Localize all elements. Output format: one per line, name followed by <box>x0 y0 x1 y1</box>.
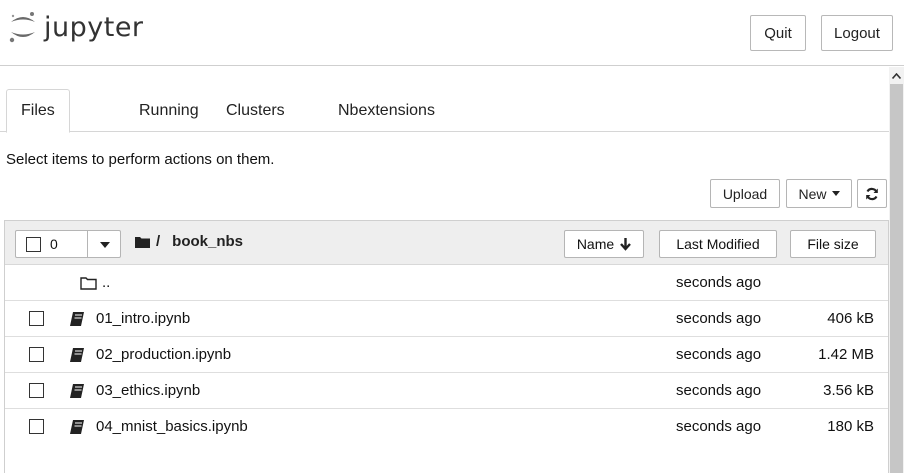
tab-files[interactable]: Files <box>6 89 70 133</box>
upload-button[interactable]: Upload <box>710 179 780 208</box>
list-item[interactable]: 04_mnist_basics.ipynb seconds ago 180 kB <box>5 409 888 445</box>
item-modified: seconds ago <box>676 418 762 435</box>
list-item[interactable]: 01_intro.ipynb seconds ago 406 kB <box>5 301 888 337</box>
select-divider <box>87 231 88 257</box>
scroll-up-icon[interactable] <box>889 69 904 83</box>
list-header: 0 / book_nbs Name Last Modified File siz… <box>5 221 888 265</box>
item-name[interactable]: 03_ethics.ipynb <box>96 382 200 399</box>
list-item-parent[interactable]: .. seconds ago <box>5 265 888 301</box>
logout-button[interactable]: Logout <box>821 15 893 51</box>
vertical-scrollbar[interactable] <box>889 67 904 473</box>
list-item[interactable]: 03_ethics.ipynb seconds ago 3.56 kB <box>5 373 888 409</box>
item-size: 406 kB <box>827 310 874 327</box>
select-all-group[interactable]: 0 <box>15 230 121 258</box>
item-name[interactable]: 01_intro.ipynb <box>96 310 190 327</box>
logo-text: jupyter <box>44 11 144 43</box>
select-dropdown-icon[interactable] <box>100 242 110 248</box>
tab-clusters[interactable]: Clusters <box>226 89 285 132</box>
item-name[interactable]: .. <box>102 274 110 291</box>
item-checkbox[interactable] <box>29 311 44 326</box>
header-bar: jupyter Quit Logout <box>0 0 904 66</box>
chevron-down-icon <box>831 191 840 196</box>
list-item[interactable]: 02_production.ipynb seconds ago 1.42 MB <box>5 337 888 373</box>
item-checkbox[interactable] <box>29 419 44 434</box>
item-size: 1.42 MB <box>818 346 874 363</box>
sort-name-label: Name <box>576 236 615 252</box>
refresh-icon <box>866 187 878 200</box>
file-list: 0 / book_nbs Name Last Modified File siz… <box>4 220 889 473</box>
jupyter-logo[interactable]: jupyter <box>8 10 144 44</box>
folder-icon[interactable] <box>135 236 150 248</box>
notebook-icon <box>70 420 84 434</box>
folder-open-icon <box>80 277 97 290</box>
item-modified: seconds ago <box>676 310 762 327</box>
new-button[interactable]: New <box>786 179 852 208</box>
selection-hint: Select items to perform actions on them. <box>6 151 275 168</box>
jupyter-logo-icon <box>9 12 35 43</box>
new-button-label: New <box>798 185 827 202</box>
tab-nbextensions[interactable]: Nbextensions <box>338 89 435 132</box>
arrow-down-icon <box>620 237 632 251</box>
refresh-button[interactable] <box>857 179 887 208</box>
select-all-checkbox[interactable] <box>26 237 41 252</box>
tab-bar: Files Running Clusters Nbextensions <box>0 89 889 133</box>
breadcrumb: / book_nbs <box>135 233 243 250</box>
item-modified: seconds ago <box>676 382 762 399</box>
sort-name-button[interactable]: Name <box>564 230 644 258</box>
item-modified: seconds ago <box>676 346 762 363</box>
tab-running[interactable]: Running <box>139 89 199 132</box>
notebook-icon <box>70 312 84 326</box>
item-modified: seconds ago <box>676 274 762 291</box>
item-size: 180 kB <box>827 418 874 435</box>
sort-size-button[interactable]: File size <box>790 230 876 258</box>
scroll-thumb[interactable] <box>890 84 903 473</box>
notebook-icon <box>70 384 84 398</box>
item-size: 3.56 kB <box>823 382 874 399</box>
quit-button[interactable]: Quit <box>750 15 806 51</box>
breadcrumb-root[interactable]: / <box>156 233 160 250</box>
selected-count: 0 <box>50 236 58 252</box>
item-name[interactable]: 04_mnist_basics.ipynb <box>96 418 248 435</box>
item-checkbox[interactable] <box>29 383 44 398</box>
notebook-icon <box>70 348 84 362</box>
item-checkbox[interactable] <box>29 347 44 362</box>
sort-modified-button[interactable]: Last Modified <box>659 230 777 258</box>
breadcrumb-folder[interactable]: book_nbs <box>172 233 243 250</box>
item-name[interactable]: 02_production.ipynb <box>96 346 231 363</box>
